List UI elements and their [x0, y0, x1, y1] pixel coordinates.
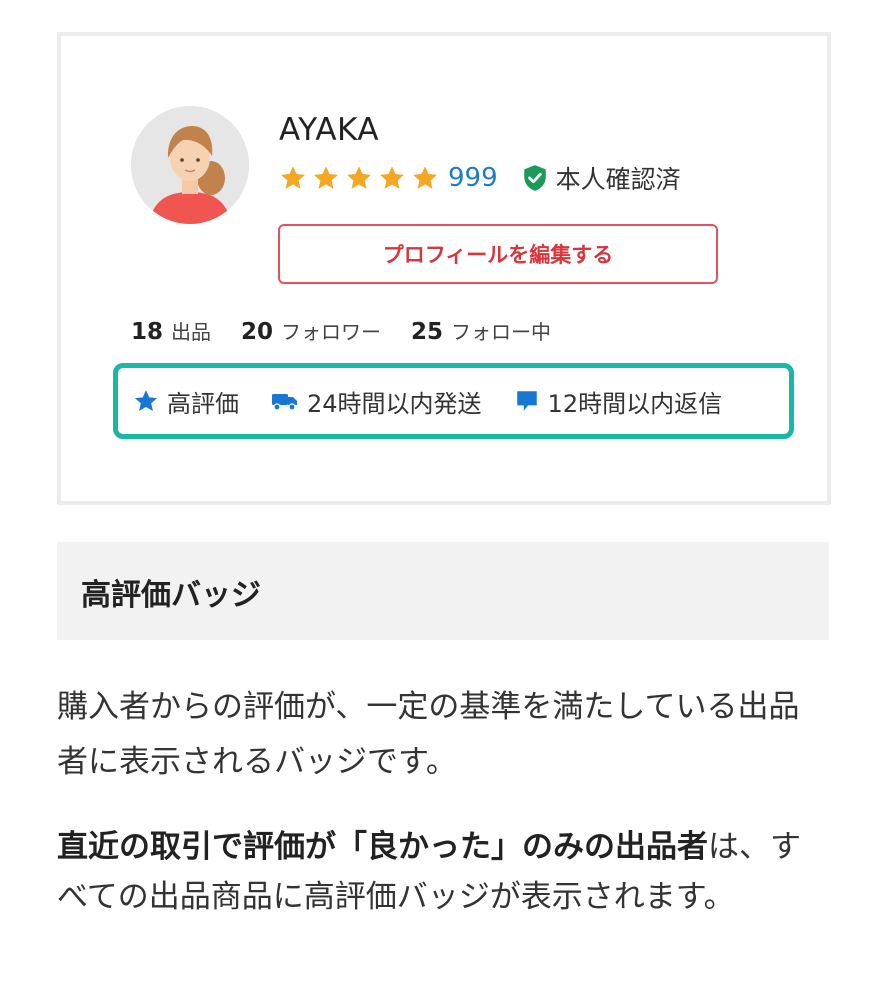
- description-paragraph: 購入者からの評価が、一定の基準を満たしている出品者に表示されるバッジです。: [57, 689, 800, 780]
- stat-label: フォロー中: [451, 320, 552, 344]
- badge-label: 12時間以内返信: [547, 389, 723, 418]
- stat-following[interactable]: 25 フォロー中: [411, 316, 551, 345]
- rating-row[interactable]: 999 本人確認済: [279, 160, 681, 196]
- profile-stats: 18 出品 20 フォロワー 25 フォロー中: [131, 316, 581, 345]
- description-paragraph: 直近の取引で評価が「良かった」のみの出品者は、すべての出品商品に高評価バッジが表…: [57, 822, 827, 922]
- section-title: 高評価バッジ: [81, 578, 261, 613]
- star-icon: [134, 390, 158, 411]
- stat-label: フォロワー: [281, 320, 382, 344]
- emphasis-text: 直近の取引で評価が「良かった」のみの出品者: [57, 829, 708, 865]
- badges-row: 高評価 24時間以内発送 12時間以内返信: [113, 363, 794, 439]
- badge-fast-reply: 12時間以内返信: [514, 384, 723, 419]
- edit-profile-button[interactable]: プロフィールを編集する: [278, 224, 718, 284]
- shield-check-icon: [523, 165, 546, 191]
- stat-number: 18: [131, 319, 164, 345]
- star-icon: [347, 166, 371, 189]
- verified-label: 本人確認済: [555, 165, 681, 194]
- stat-number: 25: [411, 319, 444, 345]
- section-header: 高評価バッジ: [57, 542, 829, 640]
- stat-number: 20: [241, 319, 274, 345]
- star-icon: [380, 166, 404, 189]
- chat-bubble-icon: [516, 391, 537, 411]
- stat-label: 出品: [171, 320, 212, 344]
- star-icon: [314, 166, 338, 189]
- profile-card: AYAKA 999 本人確認済 プロフィールを編集する 18 出品 20 フォロ…: [57, 32, 831, 505]
- avatar[interactable]: [131, 106, 249, 224]
- badge-label: 24時間以内発送: [307, 389, 482, 418]
- truck-icon: [272, 394, 297, 411]
- avatar-illustration: [131, 106, 249, 224]
- badge-fast-shipping: 24時間以内発送: [271, 384, 482, 419]
- badge-label: 高評価: [167, 389, 239, 418]
- stat-followers[interactable]: 20 フォロワー: [241, 316, 381, 345]
- rating-count[interactable]: 999: [448, 163, 498, 193]
- star-icon: [413, 166, 437, 189]
- star-icon: [281, 166, 305, 189]
- username: AYAKA: [279, 112, 380, 148]
- badge-high-rating: 高評価: [133, 384, 239, 419]
- stat-listings[interactable]: 18 出品: [131, 316, 211, 345]
